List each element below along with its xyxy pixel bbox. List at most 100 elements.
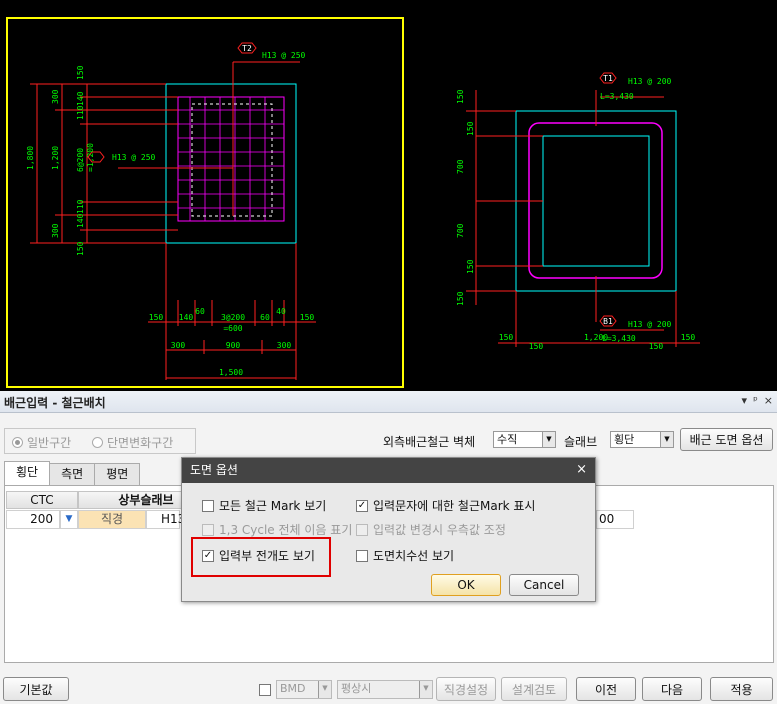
drawing-options-dialog: 도면 옵션 × 모든 철근 Mark 보기 ✓ 입력문자에 대한 철근Mark … <box>181 457 596 602</box>
select-value: 수직 <box>497 433 518 446</box>
panel-title: 배근입력 - 철근배치 <box>4 396 106 410</box>
chevron-down-icon: ▼ <box>419 681 432 698</box>
cad-drawing-canvas[interactable]: T2 H13 @ 250 H13 @ 250 1,800 300 1,200 3… <box>0 0 777 391</box>
bar-cell[interactable]: H13 <box>146 510 185 529</box>
svg-text:1,200: 1,200 <box>584 333 608 342</box>
chevron-down-icon: ▼ <box>318 681 331 698</box>
dialog-titlebar: 도면 옵션 × <box>182 458 595 483</box>
select-value: 평상시 <box>341 682 372 695</box>
next-button[interactable]: 다음 <box>642 677 702 701</box>
svg-text:H13 @ 250: H13 @ 250 <box>112 153 156 162</box>
option-value-change[interactable]: 입력값 변경시 우측값 조정 <box>356 521 506 538</box>
panel-titlebar: 배근입력 - 철근배치 ▾ ᵖ × <box>0 391 777 413</box>
option-label: 1,3 Cycle 전체 이음 표기 <box>219 523 353 537</box>
svg-text:60: 60 <box>260 313 270 322</box>
svg-text:900: 900 <box>226 341 241 350</box>
cancel-button[interactable]: Cancel <box>509 574 579 596</box>
svg-text:150: 150 <box>76 65 85 80</box>
right-value-cell[interactable]: 00 <box>596 510 634 529</box>
select-value: BMD <box>280 682 306 695</box>
prev-button[interactable]: 이전 <box>576 677 636 701</box>
outer-wall-label: 외측배근철근 벽체 <box>383 435 476 449</box>
checkbox-checked: ✓ <box>356 499 368 512</box>
svg-text:150: 150 <box>466 259 475 274</box>
svg-text:300: 300 <box>51 223 60 238</box>
svg-text:300: 300 <box>51 89 60 104</box>
option-input-mark[interactable]: ✓ 입력문자에 대한 철근Mark 표시 <box>356 497 535 514</box>
svg-text:6@200: 6@200 <box>76 148 85 172</box>
radio-dot <box>92 437 103 448</box>
svg-text:60: 60 <box>195 307 205 316</box>
option-cycle[interactable]: 1,3 Cycle 전체 이음 표기 <box>202 521 352 538</box>
svg-text:T2: T2 <box>242 44 252 53</box>
radio-label: 단면변화구간 <box>107 436 174 450</box>
option-dimension-lines[interactable]: 도면치수선 보기 <box>356 547 454 564</box>
outer-wall-select[interactable]: 수직 ▼ <box>493 431 556 448</box>
svg-text:H13 @ 250: H13 @ 250 <box>262 51 306 60</box>
dialog-title: 도면 옵션 <box>190 463 238 477</box>
svg-text:700: 700 <box>456 159 465 174</box>
checkbox <box>356 549 368 562</box>
slab-select[interactable]: 횡단 ▼ <box>610 431 674 448</box>
close-icon[interactable]: × <box>576 458 587 482</box>
checkbox <box>202 523 214 536</box>
ctc-cell[interactable]: 200 <box>6 510 60 529</box>
ok-button[interactable]: OK <box>431 574 501 596</box>
select-value: 횡단 <box>614 433 635 446</box>
pin-icon[interactable]: ᵖ <box>753 394 758 407</box>
svg-text:1,800: 1,800 <box>26 146 35 170</box>
svg-text:150: 150 <box>649 342 664 351</box>
svg-text:140: 140 <box>179 313 194 322</box>
tab-side[interactable]: 측면 <box>49 463 96 485</box>
left-section-drawing: T2 H13 @ 250 H13 @ 250 1,800 300 1,200 3… <box>26 42 316 380</box>
radio-section-change[interactable]: 단면변화구간 <box>92 434 173 451</box>
svg-text:140: 140 <box>76 91 85 106</box>
option-label: 입력값 변경시 우측값 조정 <box>373 523 506 537</box>
option-label: 모든 철근 Mark 보기 <box>219 499 327 513</box>
checkbox <box>202 499 214 512</box>
dropdown-icon[interactable]: ▾ <box>742 394 748 407</box>
design-check-button[interactable]: 설계검토 <box>501 677 567 701</box>
apply-button[interactable]: 적용 <box>710 677 773 701</box>
radio-label: 일반구간 <box>27 436 72 450</box>
bmd-checkbox[interactable] <box>259 684 271 696</box>
svg-text:150: 150 <box>149 313 164 322</box>
normal-select[interactable]: 평상시 ▼ <box>337 680 433 699</box>
svg-text:150: 150 <box>529 342 544 351</box>
right-section-drawing: T1 H13 @ 200 L=3,430 B1 H13 @ 200 L=3,43… <box>456 72 700 351</box>
svg-text:1,200: 1,200 <box>51 146 60 170</box>
svg-text:300: 300 <box>277 341 292 350</box>
svg-text:150: 150 <box>466 121 475 136</box>
svg-text:T1: T1 <box>603 74 613 83</box>
svg-text:150: 150 <box>456 89 465 104</box>
svg-text:150: 150 <box>300 313 315 322</box>
chevron-down-icon: ▼ <box>660 432 673 447</box>
svg-text:40: 40 <box>276 307 286 316</box>
svg-text:3@200: 3@200 <box>221 313 245 322</box>
type-cell[interactable]: 직경 <box>78 510 146 529</box>
radio-general-section[interactable]: 일반구간 <box>12 434 71 451</box>
svg-text:L=3,430: L=3,430 <box>600 92 634 101</box>
radio-dot <box>12 437 23 448</box>
svg-text:150: 150 <box>76 241 85 256</box>
option-label: 도면치수선 보기 <box>373 549 455 563</box>
bmd-select[interactable]: BMD ▼ <box>276 680 332 699</box>
svg-text:150: 150 <box>456 291 465 306</box>
tab-plan[interactable]: 평면 <box>94 463 141 485</box>
svg-text:110: 110 <box>76 199 85 214</box>
option-label: 입력문자에 대한 철근Mark 표시 <box>373 499 536 513</box>
drawing-options-button[interactable]: 배근 도면 옵션 <box>680 428 773 451</box>
diameter-settings-button[interactable]: 직경설정 <box>436 677 496 701</box>
table-row: 200 ▼ 직경 H13 <box>6 510 185 529</box>
default-button[interactable]: 기본값 <box>3 677 69 701</box>
view-tabs: 횡단 측면 평면 <box>4 461 141 485</box>
svg-text:140: 140 <box>76 213 85 228</box>
svg-text:150: 150 <box>499 333 514 342</box>
column-header-ctc[interactable]: CTC <box>6 491 78 509</box>
chevron-down-icon[interactable]: ▼ <box>60 510 78 529</box>
close-icon[interactable]: × <box>764 394 773 407</box>
option-all-mark[interactable]: 모든 철근 Mark 보기 <box>202 497 326 514</box>
slab-label: 슬래브 <box>564 435 598 449</box>
svg-text:H13 @ 200: H13 @ 200 <box>628 77 672 86</box>
tab-transverse[interactable]: 횡단 <box>4 461 51 485</box>
